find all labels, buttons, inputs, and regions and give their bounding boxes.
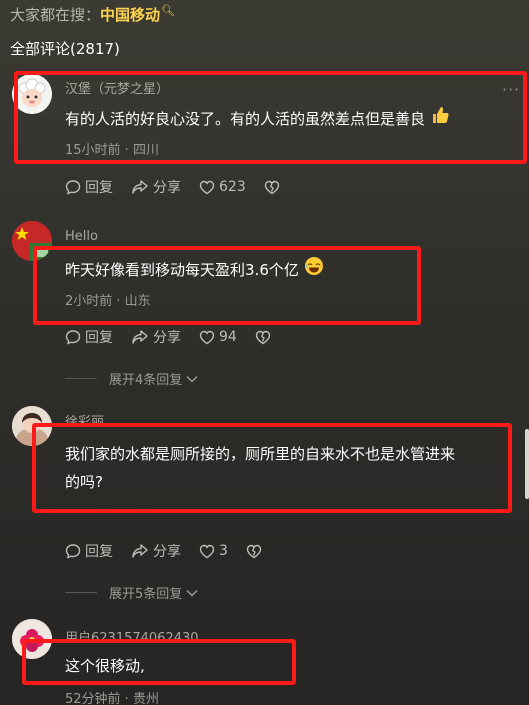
expand-replies-button[interactable]: 展开5条回复 — [65, 583, 198, 602]
share-arrow-icon — [132, 330, 148, 344]
comment-actions: 回复 分享 623 — [65, 177, 298, 197]
comment-meta: 52分钟前 · 贵州 — [65, 692, 159, 705]
reply-button[interactable]: 回复 — [65, 327, 113, 347]
broken-heart-icon — [264, 180, 279, 194]
comment-actions: 回复 分享 3 — [65, 541, 280, 561]
share-button[interactable]: 分享 — [131, 541, 181, 561]
like-button[interactable]: 3 — [199, 543, 228, 559]
share-arrow-icon — [132, 180, 148, 194]
highlight-box — [33, 246, 421, 325]
comment-actions: 回复 分享 94 — [65, 327, 289, 347]
search-suggestion[interactable]: 大家都在搜：中国移动🔍︎ — [10, 4, 175, 25]
search-prefix: 大家都在搜： — [10, 6, 101, 24]
share-button[interactable]: 分享 — [131, 177, 181, 197]
share-button[interactable]: 分享 — [131, 327, 181, 347]
broken-heart-icon — [246, 544, 262, 558]
divider — [65, 378, 97, 379]
heart-icon — [199, 544, 215, 558]
heart-icon — [199, 180, 215, 194]
divider — [65, 592, 97, 593]
chevron-down-icon — [186, 589, 198, 597]
comment-bubble-icon — [65, 330, 81, 345]
comment-bubble-icon — [65, 180, 81, 195]
reply-button[interactable]: 回复 — [65, 541, 113, 561]
comment-bubble-icon — [65, 544, 81, 559]
reply-button[interactable]: 回复 — [65, 177, 113, 197]
comment-author[interactable]: 徐彩丽 — [65, 411, 104, 423]
comments-count-title: 全部评论(2817) — [10, 40, 120, 58]
comment-author[interactable]: 用户6231574062430 — [65, 627, 199, 639]
highlight-box — [22, 639, 296, 685]
search-icon: 🔍︎ — [161, 4, 175, 17]
like-button[interactable]: 94 — [199, 329, 237, 345]
share-arrow-icon — [132, 544, 148, 558]
search-keyword[interactable]: 中国移动 — [100, 6, 160, 24]
chevron-down-icon — [186, 375, 198, 383]
dislike-button[interactable] — [255, 330, 271, 345]
like-button[interactable]: 623 — [199, 179, 246, 195]
scrollbar-thumb[interactable] — [525, 429, 529, 499]
highlight-box — [14, 71, 527, 164]
heart-icon — [199, 330, 215, 344]
highlight-box — [32, 423, 512, 513]
expand-replies-button[interactable]: 展开4条回复 — [65, 369, 198, 388]
comment-author[interactable]: Hello — [65, 229, 98, 244]
dislike-button[interactable] — [264, 180, 280, 195]
dislike-button[interactable] — [246, 544, 262, 559]
broken-heart-icon — [255, 330, 271, 344]
